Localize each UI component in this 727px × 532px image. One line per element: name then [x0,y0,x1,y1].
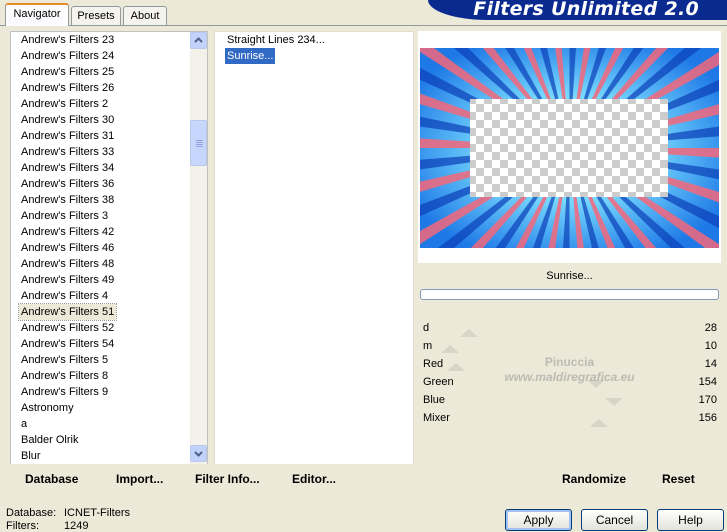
watermark: Pinuccia www.maldiregrafica.eu [420,355,719,385]
category-item[interactable]: Andrew's Filters 34 [19,160,116,176]
status-database-value: ICNET-Filters [64,507,130,519]
category-item[interactable]: Andrew's Filters 23 [19,32,116,48]
category-item[interactable]: Andrew's Filters 25 [19,64,116,80]
status-filters-label: Filters: [6,520,39,532]
category-item[interactable]: Andrew's Filters 5 [19,352,110,368]
category-item[interactable]: Andrew's Filters 49 [19,272,116,288]
category-item[interactable]: Andrew's Filters 52 [19,320,116,336]
chevron-up-icon [194,37,203,43]
preview-image [420,48,719,248]
status-database-label: Database: [6,507,57,519]
reset-button[interactable]: Reset [662,472,695,486]
tab-panel-border [0,25,727,26]
watermark-line1: Pinuccia [544,355,595,369]
randomize-button[interactable]: Randomize [562,472,626,486]
param-label: Mixer [423,412,450,424]
category-item[interactable]: Andrew's Filters 4 [19,288,110,304]
category-item[interactable]: Andrew's Filters 3 [19,208,110,224]
slider-thumb-blue[interactable] [605,398,624,406]
param-value: 156 [698,412,717,424]
chevron-down-icon [194,451,203,457]
status-filters-value: 1249 [64,520,89,532]
category-item[interactable]: Andrew's Filters 48 [19,256,116,272]
category-item[interactable]: Andrew's Filters 31 [19,128,116,144]
watermark-line2: www.maldiregrafica.eu [504,370,635,384]
slider-thumb-mixer[interactable] [589,419,608,427]
filter-list[interactable]: Straight Lines 234... Sunrise... [214,31,414,465]
param-label: Blue [423,394,446,406]
param-value: 170 [698,394,717,406]
category-item[interactable]: Andrew's Filters 24 [19,48,116,64]
category-item[interactable]: Andrew's Filters 8 [19,368,110,384]
category-item[interactable]: Andrew's Filters 26 [19,80,116,96]
status-filters: Filters: 1249 [6,520,88,532]
import-button[interactable]: Import... [116,472,163,486]
category-item[interactable]: Andrew's Filters 9 [19,384,110,400]
category-item[interactable]: Balder Olrik [19,432,80,448]
category-item[interactable]: Andrew's Filters 38 [19,192,116,208]
category-item[interactable]: Andrew's Filters 30 [19,112,116,128]
progress-bar [420,289,719,300]
cancel-button[interactable]: Cancel [581,509,648,531]
param-value: 10 [704,340,717,352]
category-item[interactable]: Andrew's Filters 42 [19,224,116,240]
category-scrollbar[interactable] [190,32,207,464]
tab-about[interactable]: About [123,6,167,25]
category-list[interactable]: Andrew's Filters 23 Andrew's Filters 24 An… [10,31,208,465]
param-value: 28 [704,322,717,334]
tab-navigator[interactable]: Navigator [5,3,69,26]
apply-button[interactable]: Apply [505,509,572,531]
banner: Filters Unlimited 2.0 [428,0,727,20]
filter-item[interactable]: Straight Lines 234... [225,32,327,48]
scroll-down-button[interactable] [190,445,207,462]
category-item[interactable]: Andrew's Filters 33 [19,144,116,160]
filter-info-button[interactable]: Filter Info... [195,472,260,486]
category-item[interactable]: Andrew's Filters 46 [19,240,116,256]
category-item[interactable]: Blur [19,448,43,464]
scroll-up-button[interactable] [190,32,207,49]
category-item[interactable]: Andrew's Filters 54 [19,336,116,352]
param-label: d [423,322,430,334]
slider-thumb-d[interactable] [459,329,478,337]
database-button[interactable]: Database [25,472,78,486]
filter-name-label: Sunrise... [546,270,593,282]
category-item[interactable]: Andrew's Filters 2 [19,96,110,112]
category-item[interactable]: Andrew's Filters 51 [17,303,118,321]
slider-thumb-m[interactable] [441,345,460,353]
category-item[interactable]: Andrew's Filters 36 [19,176,116,192]
category-item[interactable]: a [19,416,29,432]
scroll-thumb[interactable] [190,120,207,166]
help-button[interactable]: Help [657,509,724,531]
category-item[interactable]: Astronomy [19,400,76,416]
editor-button[interactable]: Editor... [292,472,336,486]
param-row-blue[interactable]: Blue 170 [420,392,719,410]
filter-item[interactable]: Sunrise... [225,48,276,64]
tab-presets[interactable]: Presets [71,6,121,25]
status-database: Database: ICNET-Filters [6,507,130,519]
banner-title: Filters Unlimited 2.0 [473,0,699,20]
param-label: m [423,340,433,352]
param-row-m[interactable]: m 10 [420,338,719,356]
param-row-mixer[interactable]: Mixer 156 [420,410,719,428]
